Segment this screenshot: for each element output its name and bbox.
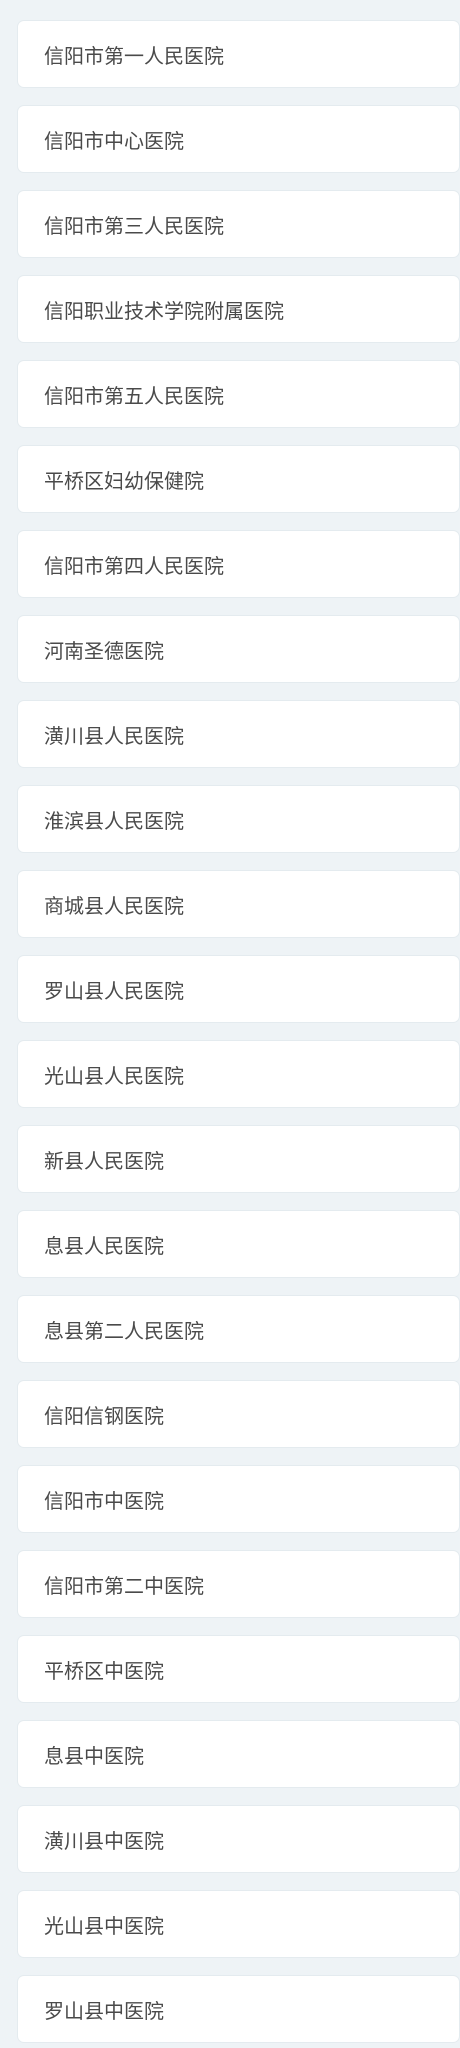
hospital-list-item[interactable]: 河南圣德医院	[18, 616, 459, 682]
hospital-list-item[interactable]: 信阳信钢医院	[18, 1381, 459, 1447]
hospital-name: 信阳信钢医院	[44, 1403, 164, 1428]
hospital-name: 淮滨县人民医院	[44, 808, 184, 833]
hospital-list-item[interactable]: 潢川县人民医院	[18, 701, 459, 767]
hospital-name: 潢川县人民医院	[44, 723, 184, 748]
hospital-name: 光山县中医院	[44, 1913, 164, 1938]
hospital-list-item[interactable]: 新县人民医院	[18, 1126, 459, 1192]
hospital-name: 息县中医院	[44, 1743, 144, 1768]
hospital-name: 信阳市第五人民医院	[44, 383, 224, 408]
hospital-list-item[interactable]: 光山县中医院	[18, 1891, 459, 1957]
hospital-name: 信阳市中医院	[44, 1488, 164, 1513]
hospital-name: 河南圣德医院	[44, 638, 164, 663]
hospital-list-item[interactable]: 淮滨县人民医院	[18, 786, 459, 852]
hospital-list-item[interactable]: 光山县人民医院	[18, 1041, 459, 1107]
hospital-name: 潢川县中医院	[44, 1828, 164, 1853]
hospital-name: 平桥区中医院	[44, 1658, 164, 1683]
hospital-list-item[interactable]: 商城县人民医院	[18, 871, 459, 937]
hospital-name: 罗山县人民医院	[44, 978, 184, 1003]
hospital-list-item[interactable]: 息县第二人民医院	[18, 1296, 459, 1362]
hospital-list-item[interactable]: 信阳市第五人民医院	[18, 361, 459, 427]
hospital-name: 信阳市第二中医院	[44, 1573, 204, 1598]
hospital-list-item[interactable]: 息县中医院	[18, 1721, 459, 1787]
hospital-list-item[interactable]: 罗山县中医院	[18, 1976, 459, 2042]
hospital-name: 信阳市第四人民医院	[44, 553, 224, 578]
hospital-name: 罗山县中医院	[44, 1998, 164, 2023]
hospital-list-item[interactable]: 平桥区妇幼保健院	[18, 446, 459, 512]
hospital-list: 信阳市第一人民医院 信阳市中心医院 信阳市第三人民医院 信阳职业技术学院附属医院…	[0, 0, 460, 2048]
hospital-name: 新县人民医院	[44, 1148, 164, 1173]
hospital-name: 信阳市第一人民医院	[44, 43, 224, 68]
hospital-name: 信阳市中心医院	[44, 128, 184, 153]
hospital-name: 信阳市第三人民医院	[44, 213, 224, 238]
hospital-list-item[interactable]: 信阳市第四人民医院	[18, 531, 459, 597]
hospital-name: 商城县人民医院	[44, 893, 184, 918]
hospital-name: 平桥区妇幼保健院	[44, 468, 204, 493]
hospital-list-item[interactable]: 信阳市第三人民医院	[18, 191, 459, 257]
hospital-list-item[interactable]: 潢川县中医院	[18, 1806, 459, 1872]
hospital-name: 光山县人民医院	[44, 1063, 184, 1088]
hospital-list-item[interactable]: 信阳市第一人民医院	[18, 21, 459, 87]
hospital-name: 信阳职业技术学院附属医院	[44, 298, 284, 323]
hospital-name: 息县第二人民医院	[44, 1318, 204, 1343]
hospital-name: 息县人民医院	[44, 1233, 164, 1258]
hospital-list-item[interactable]: 罗山县人民医院	[18, 956, 459, 1022]
hospital-list-item[interactable]: 信阳职业技术学院附属医院	[18, 276, 459, 342]
hospital-list-item[interactable]: 信阳市第二中医院	[18, 1551, 459, 1617]
hospital-list-item[interactable]: 平桥区中医院	[18, 1636, 459, 1702]
hospital-list-item[interactable]: 信阳市中医院	[18, 1466, 459, 1532]
hospital-list-item[interactable]: 信阳市中心医院	[18, 106, 459, 172]
hospital-list-item[interactable]: 息县人民医院	[18, 1211, 459, 1277]
